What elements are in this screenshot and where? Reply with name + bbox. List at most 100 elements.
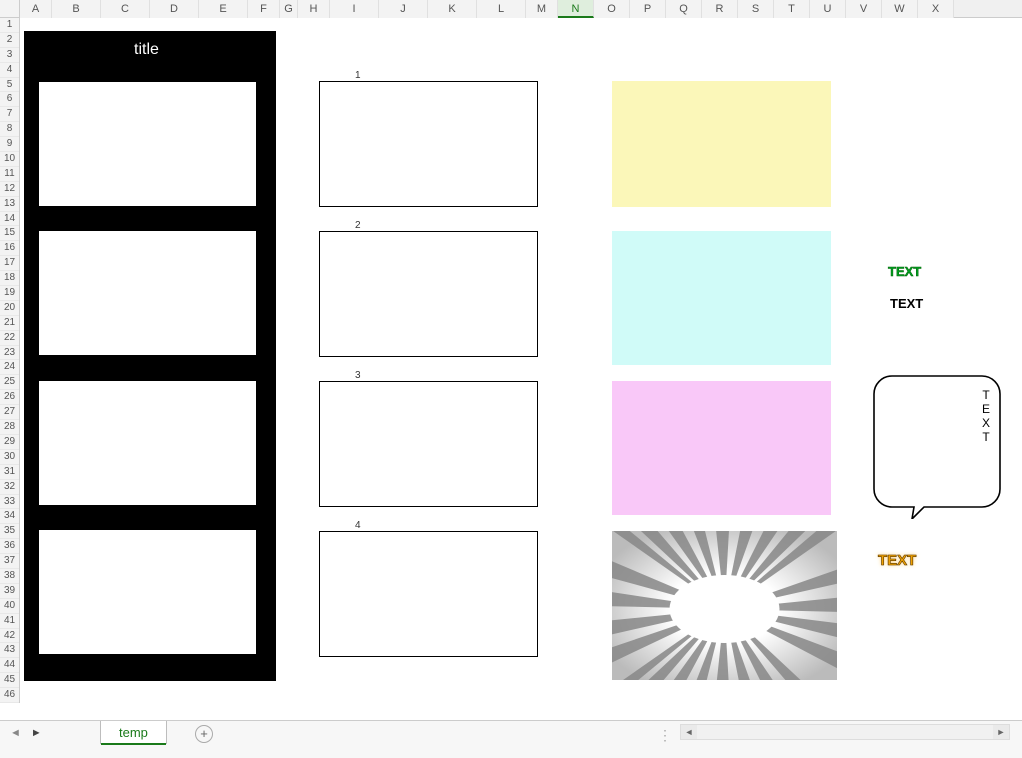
row-header-22[interactable]: 22 bbox=[0, 331, 19, 346]
scroll-left-button[interactable]: ◄ bbox=[681, 725, 697, 739]
row-header-31[interactable]: 31 bbox=[0, 465, 19, 480]
row-header-39[interactable]: 39 bbox=[0, 584, 19, 599]
col-header-X[interactable]: X bbox=[918, 0, 954, 18]
row-header-42[interactable]: 42 bbox=[0, 629, 19, 644]
col-header-K[interactable]: K bbox=[428, 0, 477, 18]
col-header-Q[interactable]: Q bbox=[666, 0, 702, 18]
starburst-image[interactable] bbox=[612, 531, 837, 680]
wordart-text-orange[interactable]: TEXT bbox=[878, 552, 916, 569]
spreadsheet-grid: A B C D E F G H I J K L M N O P Q R S T … bbox=[0, 0, 1022, 720]
col-header-D[interactable]: D bbox=[150, 0, 199, 18]
story-panel-4[interactable] bbox=[38, 529, 257, 655]
col-header-I[interactable]: I bbox=[330, 0, 379, 18]
row-header-6[interactable]: 6 bbox=[0, 92, 19, 107]
row-header-44[interactable]: 44 bbox=[0, 658, 19, 673]
panel-number-3: 3 bbox=[355, 370, 361, 381]
row-header-3[interactable]: 3 bbox=[0, 48, 19, 63]
col-header-R[interactable]: R bbox=[702, 0, 738, 18]
col-header-H[interactable]: H bbox=[298, 0, 330, 18]
row-header-16[interactable]: 16 bbox=[0, 241, 19, 256]
row-header-8[interactable]: 8 bbox=[0, 122, 19, 137]
wordart-text-green[interactable]: TEXT bbox=[888, 264, 921, 279]
row-header-1[interactable]: 1 bbox=[0, 18, 19, 33]
numbered-box-4[interactable] bbox=[319, 531, 538, 657]
wordart-text-black[interactable]: TEXT bbox=[890, 296, 923, 311]
row-header-37[interactable]: 37 bbox=[0, 554, 19, 569]
col-header-C[interactable]: C bbox=[101, 0, 150, 18]
numbered-box-2[interactable] bbox=[319, 231, 538, 357]
row-header-25[interactable]: 25 bbox=[0, 375, 19, 390]
row-header-15[interactable]: 15 bbox=[0, 226, 19, 241]
col-header-L[interactable]: L bbox=[477, 0, 526, 18]
row-header-36[interactable]: 36 bbox=[0, 539, 19, 554]
row-header-19[interactable]: 19 bbox=[0, 286, 19, 301]
row-header-30[interactable]: 30 bbox=[0, 450, 19, 465]
horizontal-scrollbar[interactable]: ◄ ► bbox=[680, 724, 1010, 740]
row-header-32[interactable]: 32 bbox=[0, 480, 19, 495]
row-header-9[interactable]: 9 bbox=[0, 137, 19, 152]
row-header-4[interactable]: 4 bbox=[0, 63, 19, 78]
col-header-B[interactable]: B bbox=[52, 0, 101, 18]
col-header-E[interactable]: E bbox=[199, 0, 248, 18]
select-all-corner[interactable] bbox=[0, 0, 20, 18]
col-header-T[interactable]: T bbox=[774, 0, 810, 18]
sheet-tab-temp[interactable]: temp bbox=[100, 721, 167, 744]
row-header-34[interactable]: 34 bbox=[0, 509, 19, 524]
row-header-23[interactable]: 23 bbox=[0, 346, 19, 361]
row-header-27[interactable]: 27 bbox=[0, 405, 19, 420]
row-header-7[interactable]: 7 bbox=[0, 107, 19, 122]
row-header-29[interactable]: 29 bbox=[0, 435, 19, 450]
row-header-38[interactable]: 38 bbox=[0, 569, 19, 584]
row-header-41[interactable]: 41 bbox=[0, 614, 19, 629]
row-header-33[interactable]: 33 bbox=[0, 495, 19, 510]
row-header-17[interactable]: 17 bbox=[0, 256, 19, 271]
speech-bubble[interactable]: TEXT bbox=[872, 374, 1002, 519]
row-headers: 1234567891011121314151617181920212223242… bbox=[0, 18, 20, 703]
color-box-cyan[interactable] bbox=[612, 231, 831, 365]
col-header-G[interactable]: G bbox=[280, 0, 298, 18]
row-header-13[interactable]: 13 bbox=[0, 197, 19, 212]
row-header-28[interactable]: 28 bbox=[0, 420, 19, 435]
row-header-26[interactable]: 26 bbox=[0, 390, 19, 405]
col-header-W[interactable]: W bbox=[882, 0, 918, 18]
row-header-20[interactable]: 20 bbox=[0, 301, 19, 316]
color-box-yellow[interactable] bbox=[612, 81, 831, 207]
row-header-12[interactable]: 12 bbox=[0, 182, 19, 197]
tab-nav-next-icon[interactable]: ► bbox=[31, 727, 42, 739]
row-header-11[interactable]: 11 bbox=[0, 167, 19, 182]
row-header-46[interactable]: 46 bbox=[0, 688, 19, 703]
row-header-24[interactable]: 24 bbox=[0, 360, 19, 375]
tab-nav-prev-icon[interactable]: ◄ bbox=[10, 727, 21, 739]
col-header-S[interactable]: S bbox=[738, 0, 774, 18]
row-header-14[interactable]: 14 bbox=[0, 212, 19, 227]
story-panel-2[interactable] bbox=[38, 230, 257, 356]
sheet-canvas[interactable]: title 1 2 3 4 bbox=[20, 18, 1022, 720]
row-header-18[interactable]: 18 bbox=[0, 271, 19, 286]
add-sheet-button[interactable]: + bbox=[195, 725, 213, 743]
col-header-A[interactable]: A bbox=[20, 0, 52, 18]
row-header-10[interactable]: 10 bbox=[0, 152, 19, 167]
row-header-43[interactable]: 43 bbox=[0, 643, 19, 658]
row-header-45[interactable]: 45 bbox=[0, 673, 19, 688]
tab-strip-handle-icon[interactable]: ⋮ bbox=[658, 727, 673, 744]
col-header-F[interactable]: F bbox=[248, 0, 280, 18]
col-header-M[interactable]: M bbox=[526, 0, 558, 18]
col-header-N[interactable]: N bbox=[558, 0, 594, 18]
col-header-V[interactable]: V bbox=[846, 0, 882, 18]
story-panel-3[interactable] bbox=[38, 380, 257, 506]
col-header-U[interactable]: U bbox=[810, 0, 846, 18]
story-panel-1[interactable] bbox=[38, 81, 257, 207]
col-header-J[interactable]: J bbox=[379, 0, 428, 18]
row-header-35[interactable]: 35 bbox=[0, 524, 19, 539]
col-header-P[interactable]: P bbox=[630, 0, 666, 18]
row-header-5[interactable]: 5 bbox=[0, 78, 19, 93]
row-header-2[interactable]: 2 bbox=[0, 33, 19, 48]
title-panel[interactable]: title bbox=[24, 31, 276, 681]
scroll-right-button[interactable]: ► bbox=[993, 725, 1009, 739]
numbered-box-1[interactable] bbox=[319, 81, 538, 207]
col-header-O[interactable]: O bbox=[594, 0, 630, 18]
color-box-pink[interactable] bbox=[612, 381, 831, 515]
numbered-box-3[interactable] bbox=[319, 381, 538, 507]
row-header-21[interactable]: 21 bbox=[0, 316, 19, 331]
row-header-40[interactable]: 40 bbox=[0, 599, 19, 614]
